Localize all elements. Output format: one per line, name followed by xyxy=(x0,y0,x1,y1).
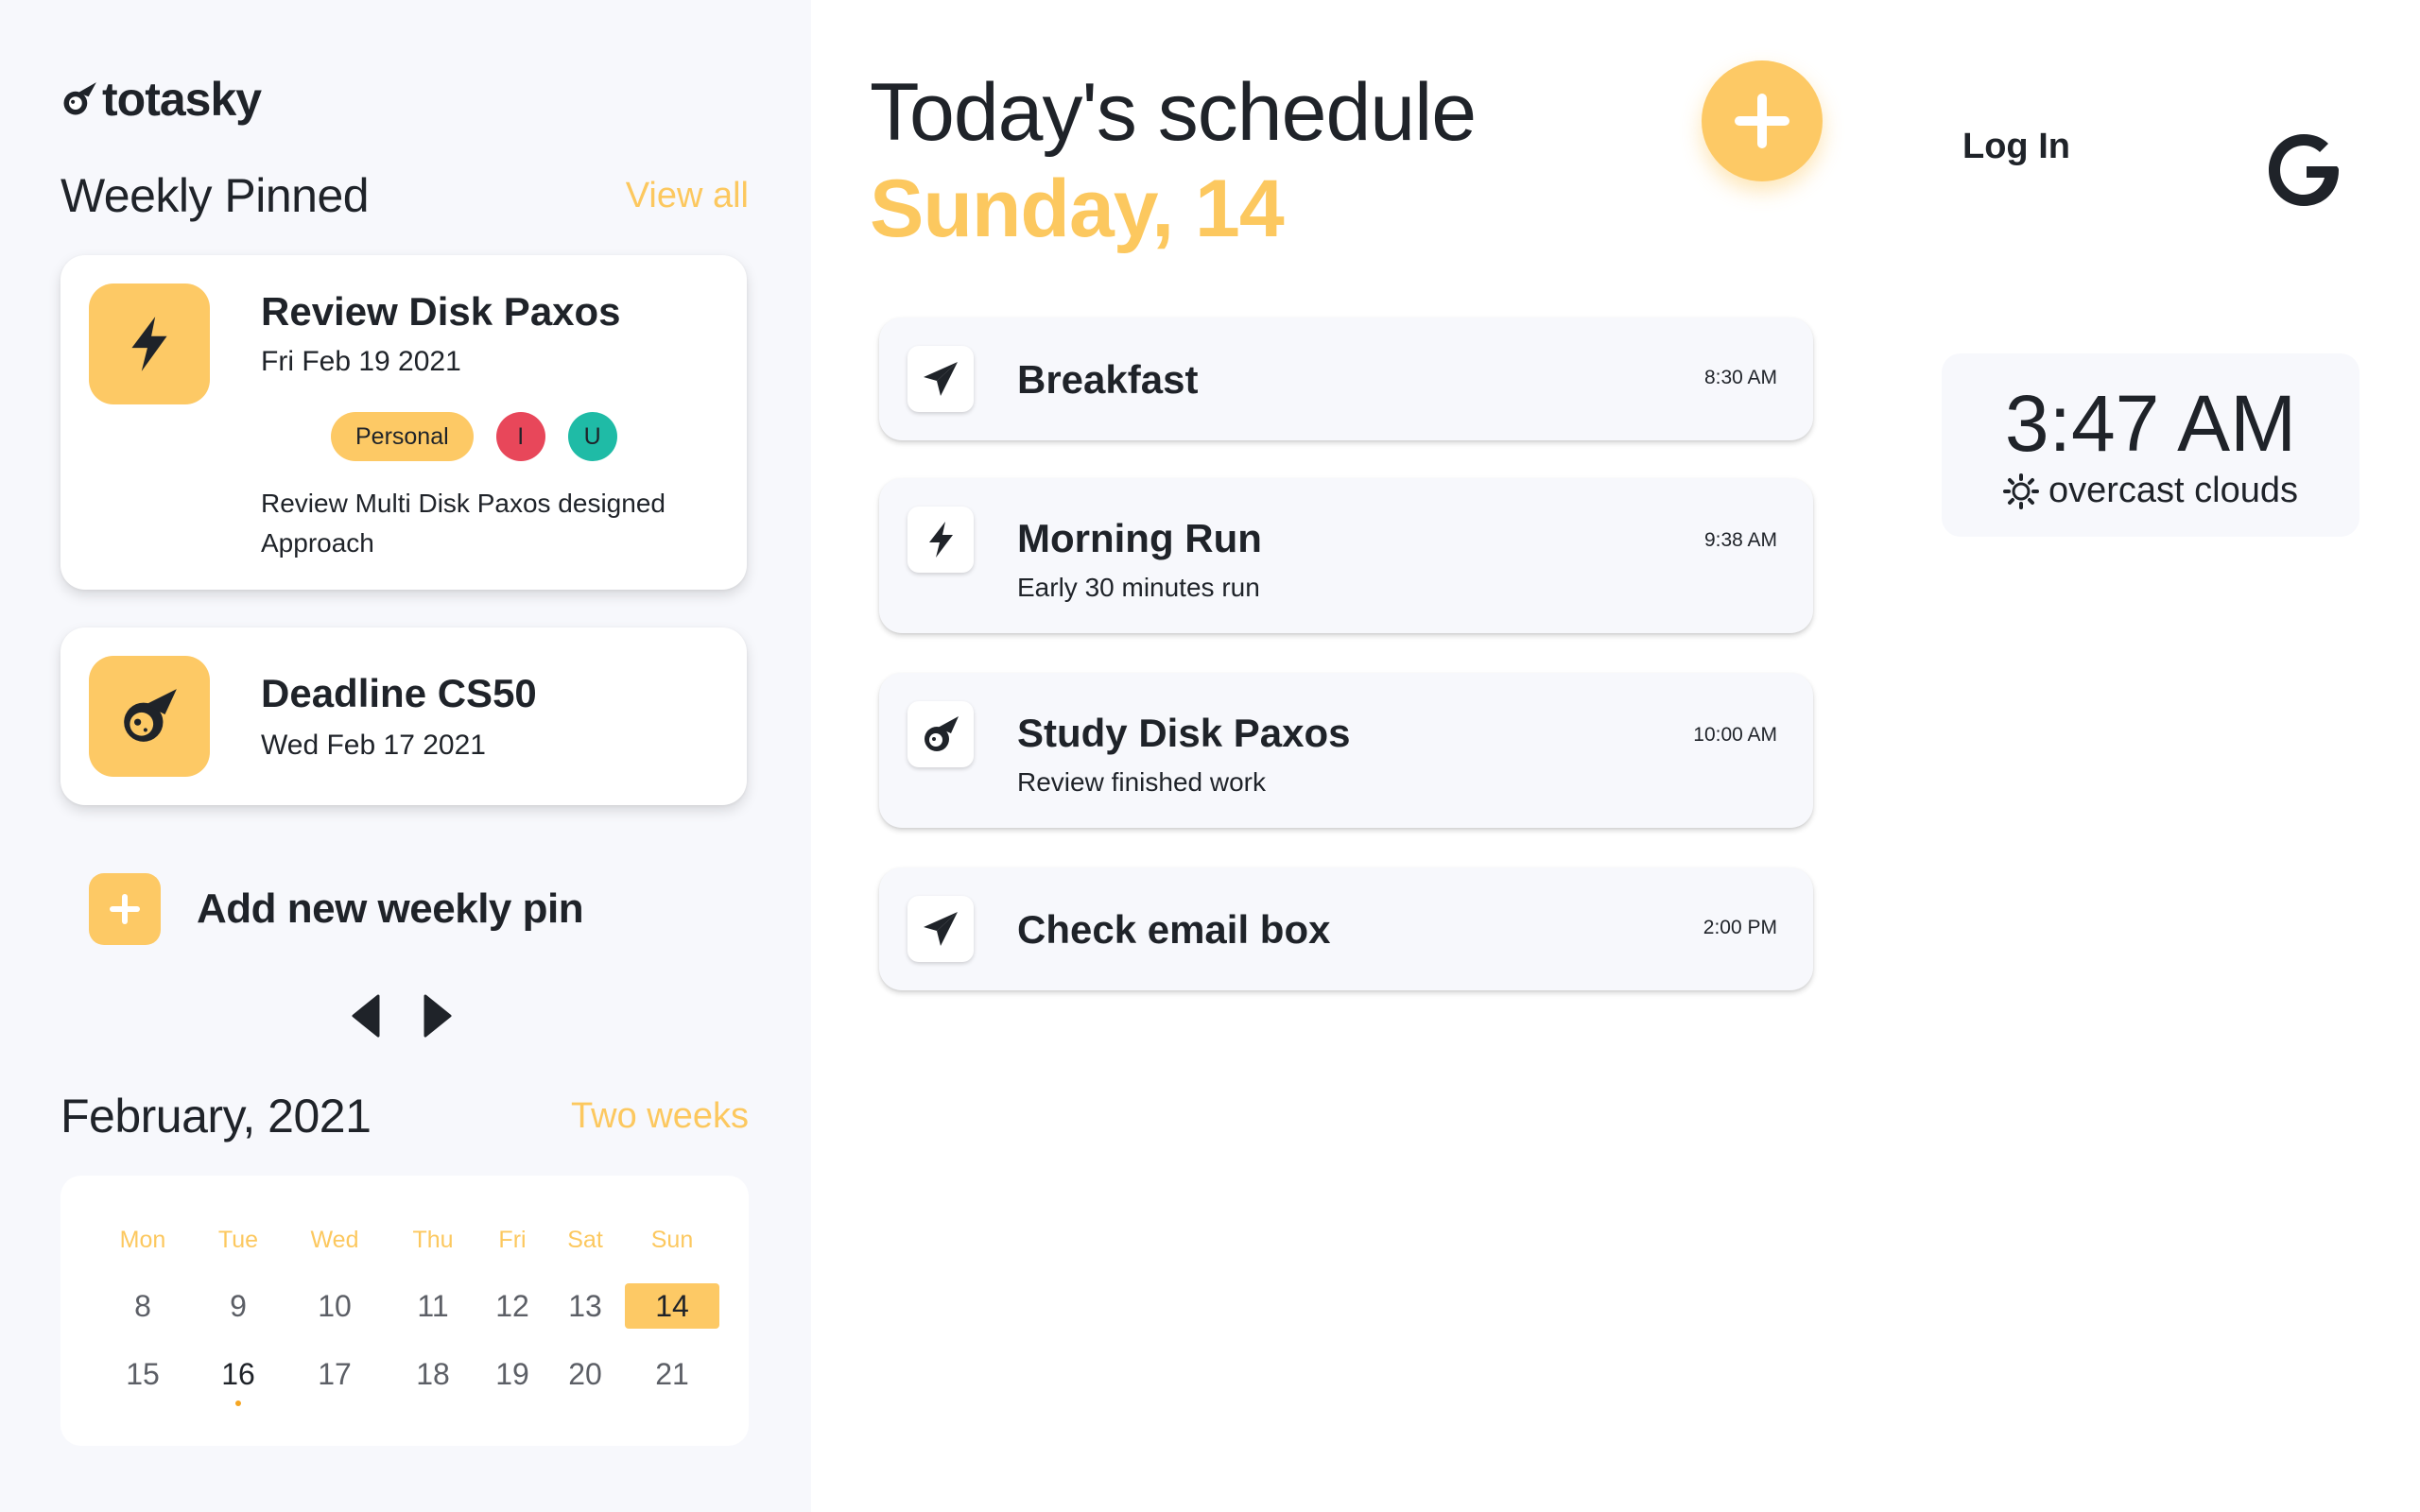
chevron-right-icon[interactable] xyxy=(424,994,452,1038)
event-time: 2:00 PM xyxy=(1703,917,1777,938)
chevron-left-icon[interactable] xyxy=(352,994,380,1038)
two-weeks-link[interactable]: Two weeks xyxy=(571,1096,749,1137)
event-title: Morning Run xyxy=(1017,516,1262,560)
app-name: totasky xyxy=(102,73,262,126)
day-of-week: Wed xyxy=(310,1227,359,1253)
event-icon-box xyxy=(908,896,974,962)
bolt-icon xyxy=(929,522,953,558)
weekly-pinned-title: Weekly Pinned xyxy=(60,169,370,222)
calendar-day-selected[interactable]: 14 xyxy=(625,1283,719,1329)
event-title: Breakfast xyxy=(1017,357,1199,402)
schedule-event[interactable]: Breakfast 8:30 AM xyxy=(879,318,1813,440)
pin-tags: Personal I U xyxy=(331,412,617,461)
add-pin-icon-box xyxy=(89,873,161,945)
calendar-day[interactable]: 20 xyxy=(538,1357,632,1392)
comet-icon xyxy=(63,82,96,115)
pin-description: Review Multi Disk Paxos designed Approac… xyxy=(261,489,666,558)
calendar-day[interactable]: 13 xyxy=(538,1289,632,1324)
day-of-week: Sat xyxy=(567,1227,603,1253)
event-title: Study Disk Paxos xyxy=(1017,711,1351,755)
day-of-week: Tue xyxy=(217,1227,259,1253)
plus-icon xyxy=(110,894,140,924)
weekly-pinned-header: Weekly Pinned View all xyxy=(60,168,749,223)
tag-personal[interactable]: Personal xyxy=(331,412,474,461)
add-pin-label: Add new weekly pin xyxy=(197,885,584,932)
calendar-day[interactable]: 21 xyxy=(625,1357,719,1392)
schedule-event[interactable]: Morning Run Early 30 minutes run 9:38 AM xyxy=(879,478,1813,633)
member-avatar[interactable]: I xyxy=(495,412,545,461)
mini-calendar: Mon 8 15 Tue 9 16 Wed 10 17 Thu 11 18 Fr… xyxy=(60,1176,749,1446)
plus-icon xyxy=(1735,94,1789,148)
day-of-week: Sun xyxy=(650,1227,694,1253)
calendar-header: February, 2021 Two weeks xyxy=(60,1089,749,1143)
current-day-dot xyxy=(235,1400,241,1406)
calendar-day[interactable]: 8 xyxy=(95,1289,190,1324)
calendar-day[interactable]: 10 xyxy=(287,1289,382,1324)
schedule-date: Sunday, 14 xyxy=(870,163,1285,254)
pin-card[interactable]: Deadline CS50 Wed Feb 17 2021 xyxy=(60,627,747,805)
pin-card[interactable]: Review Disk Paxos Fri Feb 19 2021 Person… xyxy=(60,255,747,590)
member-avatar[interactable]: U xyxy=(567,412,617,461)
add-event-button[interactable] xyxy=(1702,60,1823,181)
event-icon-box xyxy=(908,507,974,573)
event-subtitle: Early 30 minutes run xyxy=(1017,573,1260,602)
sun-icon xyxy=(2002,472,2039,509)
schedule-title: Today's schedule xyxy=(870,67,1477,158)
pin-icon-box xyxy=(89,656,210,777)
sidebar: totasky Weekly Pinned View all Review Di… xyxy=(0,0,811,1512)
schedule-event[interactable]: Check email box 2:00 PM xyxy=(879,868,1813,990)
event-time: 9:38 AM xyxy=(1703,529,1777,551)
app-logo[interactable]: totasky xyxy=(59,72,262,127)
schedule-event[interactable]: Study Disk Paxos Review finished work 10… xyxy=(879,673,1813,828)
add-weekly-pin-button[interactable]: Add new weekly pin xyxy=(89,873,584,945)
event-subtitle: Review finished work xyxy=(1017,767,1266,797)
weather-widget: 3:47 AM overcast clouds xyxy=(1942,353,2360,537)
event-title: Check email box xyxy=(1017,907,1331,952)
event-time: 8:30 AM xyxy=(1703,367,1777,388)
calendar-month-title: February, 2021 xyxy=(60,1090,372,1143)
pin-icon-box xyxy=(89,284,210,404)
event-icon-box xyxy=(908,346,974,412)
calendar-day[interactable]: 15 xyxy=(95,1357,190,1392)
event-time: 10:00 AM xyxy=(1693,724,1777,746)
pin-date: Wed Feb 17 2021 xyxy=(261,730,486,761)
pin-title: Review Disk Paxos xyxy=(261,289,621,334)
comet-icon xyxy=(124,689,177,742)
day-of-week: Mon xyxy=(119,1227,166,1253)
weather-condition-text: overcast clouds xyxy=(2048,471,2298,510)
pin-pager xyxy=(352,994,452,1038)
calendar-day[interactable]: 17 xyxy=(287,1357,382,1392)
weather-condition: overcast clouds xyxy=(1942,471,2360,511)
calendar-day[interactable]: 9 xyxy=(191,1289,285,1324)
paper-plane-icon xyxy=(924,912,958,946)
google-icon[interactable] xyxy=(2265,130,2344,210)
login-button[interactable]: Log In xyxy=(1962,127,2070,167)
paper-plane-icon xyxy=(924,362,958,396)
pin-date: Fri Feb 19 2021 xyxy=(261,346,461,377)
clock-time: 3:47 AM xyxy=(2004,379,2297,468)
view-all-link[interactable]: View all xyxy=(626,176,749,216)
event-icon-box xyxy=(908,701,974,767)
bolt-icon xyxy=(131,317,167,371)
calendar-day-current[interactable]: 16 xyxy=(191,1357,285,1392)
pin-title: Deadline CS50 xyxy=(261,671,537,715)
comet-icon xyxy=(925,716,959,751)
